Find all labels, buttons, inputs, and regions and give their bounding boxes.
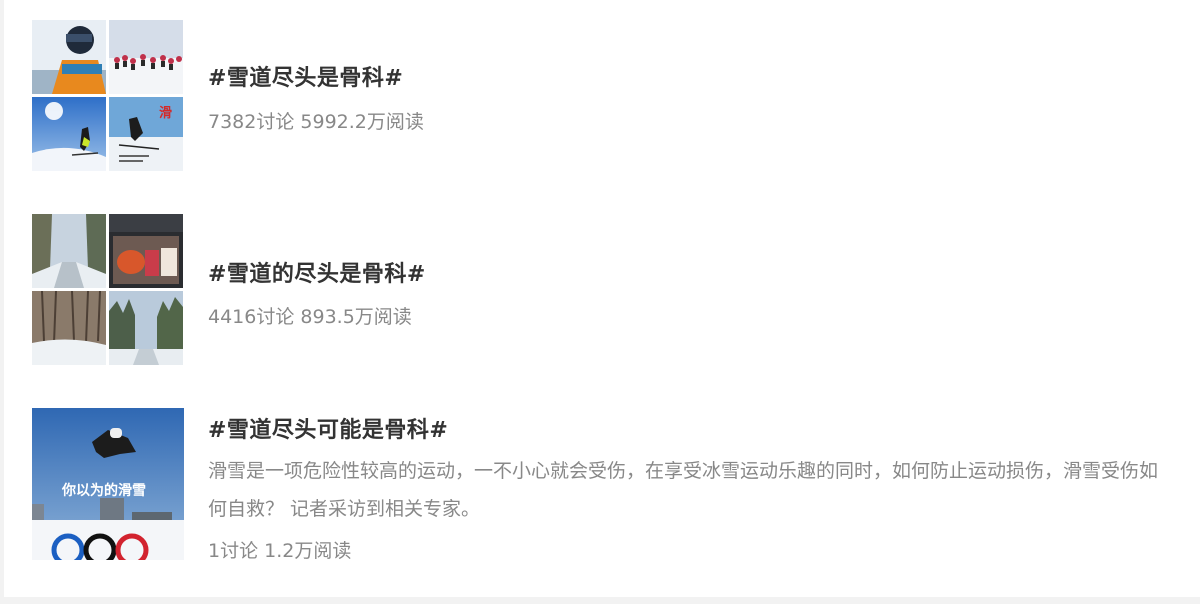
topic-thumbnail-1[interactable]: 滑 [32,20,184,172]
topic-card-2[interactable]: #雪道的尽头是骨科# 4416讨论 893.5万阅读 [32,214,1182,366]
topic-stats-1: 7382讨论 5992.2万阅读 [208,111,424,133]
topic-thumbnail-3[interactable]: 你以为的滑雪 [32,408,184,560]
topic-description-3: 滑雪是一项危险性较高的运动，一不小心就会受伤，在享受冰雪运动乐趣的同时，如何防止… [208,460,1159,520]
snowy-forest-road-image [32,214,106,288]
thumbnail-caption: 你以为的滑雪 [62,483,146,499]
topic-card-1[interactable]: 滑 #雪道尽头是骨科# 7382讨论 5992.2万阅读 [32,20,1182,172]
svg-text:滑: 滑 [159,105,172,121]
topic-title-3[interactable]: #雪道尽头可能是骨科# [208,412,448,444]
bottom-edge [0,597,1200,604]
skier-portrait-image [32,20,106,94]
topic-stats-2: 4416讨论 893.5万阅读 [208,306,412,328]
skier-sun-image [32,97,106,171]
topic-title-2[interactable]: #雪道的尽头是骨科# [208,256,426,288]
topic-stats-3: 1讨论 1.2万阅读 [208,540,352,562]
topic-thumbnail-2[interactable] [32,214,184,366]
skier-poster-image: 滑 [109,97,183,171]
topic-card-3[interactable]: 你以为的滑雪 #雪道尽头可能是骨科# 滑雪是一项危险性较高的运动，一不小心就会受… [32,408,1182,568]
car-trunk-image [109,214,183,288]
snow-road-pines-image [109,291,183,365]
snowy-trees-image [32,291,106,365]
crowd-snow-image [109,20,183,94]
topic-title-1[interactable]: #雪道尽头是骨科# [208,60,403,92]
